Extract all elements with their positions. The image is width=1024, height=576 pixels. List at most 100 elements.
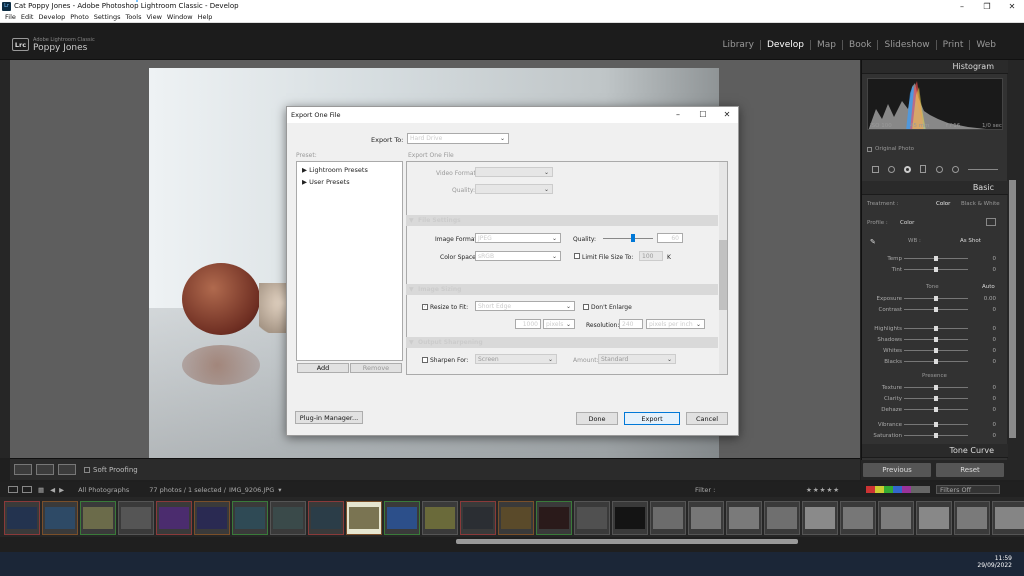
slider-track[interactable]	[904, 267, 968, 272]
module-web[interactable]: Web	[970, 40, 1002, 50]
slider-thumb[interactable]	[934, 337, 938, 342]
file-settings-header[interactable]: ▼ File Settings	[406, 215, 718, 226]
minimize-icon[interactable]: –	[950, 0, 974, 12]
output-sharpening-header[interactable]: ▼ Output Sharpening	[406, 337, 718, 348]
histogram-header[interactable]: Histogram	[862, 60, 1008, 74]
slider-shadows[interactable]: Shadows 0	[877, 336, 996, 343]
filmstrip-thumb[interactable]	[232, 501, 268, 535]
restore-icon[interactable]: ❐	[975, 0, 999, 12]
slider-thumb[interactable]	[934, 433, 938, 438]
slider-value[interactable]: 0	[972, 256, 997, 262]
spot-removal-icon[interactable]	[887, 165, 895, 173]
slider-value[interactable]: 0	[972, 385, 997, 391]
slider-track[interactable]	[904, 296, 968, 301]
slider-value[interactable]: 0	[972, 307, 997, 313]
tone-curve-header[interactable]: Tone Curve	[862, 444, 1008, 458]
graduated-filter-icon[interactable]	[920, 165, 927, 173]
menu-item-photo[interactable]: Photo	[70, 13, 89, 21]
slider-track[interactable]	[904, 256, 968, 261]
sharpen-for-checkbox[interactable]	[422, 357, 428, 363]
slider-thumb[interactable]	[934, 359, 938, 364]
module-develop[interactable]: Develop	[761, 40, 812, 50]
limit-file-size-checkbox[interactable]	[574, 253, 580, 259]
grid-icon[interactable]: ▦	[38, 486, 44, 494]
left-panel-collapsed[interactable]	[0, 60, 10, 458]
filmstrip-thumb[interactable]	[574, 501, 610, 535]
slider-thumb[interactable]	[934, 267, 938, 272]
module-print[interactable]: Print	[937, 40, 971, 50]
filmstrip-thumb[interactable]	[726, 501, 762, 535]
system-clock[interactable]: 11:59 29/09/2022	[977, 555, 1012, 569]
slider-dehaze[interactable]: Dehaze 0	[881, 406, 996, 413]
preset-user[interactable]: ▶ User Presets	[302, 178, 350, 186]
settings-scrollbar[interactable]	[719, 240, 727, 310]
slider-saturation[interactable]: Saturation 0	[873, 432, 997, 439]
loupe-view-button[interactable]	[14, 464, 32, 475]
filmstrip-thumb[interactable]	[4, 501, 40, 535]
red-eye-icon[interactable]	[904, 165, 912, 173]
filmstrip-thumb[interactable]	[992, 501, 1024, 535]
dialog-minimize-icon[interactable]: –	[665, 107, 691, 123]
preset-lightroom[interactable]: ▶ Lightroom Presets	[302, 166, 368, 174]
filmstrip-thumb[interactable]	[308, 501, 344, 535]
filmstrip-thumb[interactable]	[80, 501, 116, 535]
slider-contrast[interactable]: Contrast 0	[878, 306, 997, 313]
filmstrip-thumb[interactable]	[764, 501, 800, 535]
limit-file-size-input[interactable]: 100	[639, 251, 663, 261]
slider-track[interactable]	[904, 359, 968, 364]
slider-value[interactable]: 0	[972, 422, 997, 428]
tool-size-slider[interactable]	[968, 168, 999, 170]
dont-enlarge-checkbox[interactable]	[583, 304, 589, 310]
resolution-input[interactable]: 240	[619, 319, 643, 329]
module-slideshow[interactable]: Slideshow	[878, 40, 937, 50]
filmstrip-thumb[interactable]	[878, 501, 914, 535]
slider-value[interactable]: 0	[972, 326, 997, 332]
filmstrip-thumb[interactable]	[118, 501, 154, 535]
amount-select[interactable]: Standard ⌄	[598, 354, 676, 364]
slider-clarity[interactable]: Clarity 0	[884, 395, 996, 402]
slider-value[interactable]: 0	[972, 433, 997, 439]
module-map[interactable]: Map	[811, 40, 844, 50]
done-button[interactable]: Done	[576, 412, 618, 425]
slider-exposure[interactable]: Exposure 0.00	[877, 295, 996, 302]
slider-track[interactable]	[904, 326, 968, 331]
slider-thumb[interactable]	[934, 407, 938, 412]
filmstrip-thumb[interactable]	[840, 501, 876, 535]
module-library[interactable]: Library	[716, 40, 761, 50]
slider-track[interactable]	[904, 307, 968, 312]
filmstrip-thumb[interactable]	[916, 501, 952, 535]
filmstrip-thumb[interactable]	[536, 501, 572, 535]
brush-icon[interactable]	[952, 165, 960, 173]
filters-off-dropdown[interactable]: Filters Off	[936, 485, 1000, 494]
basic-header[interactable]: Basic	[862, 181, 1008, 195]
close-icon[interactable]: ✕	[1000, 0, 1024, 12]
filmstrip-thumb[interactable]	[346, 501, 382, 535]
export-to-select[interactable]: Hard Drive ⌄	[407, 133, 509, 144]
slider-thumb[interactable]	[934, 256, 938, 261]
right-panel-scrollbar[interactable]	[1009, 180, 1016, 438]
slider-tint[interactable]: Tint 0	[892, 266, 997, 273]
slider-track[interactable]	[904, 407, 968, 412]
lightroom-taskbar-icon[interactable]	[136, 0, 138, 2]
color-space-select[interactable]: sRGB ⌄	[475, 251, 561, 261]
reset-button[interactable]: Reset	[936, 463, 1004, 477]
slider-track[interactable]	[904, 433, 968, 438]
resize-to-fit-checkbox[interactable]: ✓	[422, 304, 428, 310]
slider-value[interactable]: 0	[972, 267, 997, 273]
tone-auto-button[interactable]: Auto	[982, 284, 995, 290]
soft-proofing-checkbox[interactable]	[84, 466, 90, 473]
filmstrip-scrollbar[interactable]	[456, 539, 798, 544]
filmstrip-source[interactable]: All Photographs	[78, 486, 129, 494]
slider-track[interactable]	[904, 385, 968, 390]
quality-input[interactable]: 60	[657, 233, 683, 243]
slider-thumb[interactable]	[934, 422, 938, 427]
forward-arrow-icon[interactable]: ▶	[59, 486, 64, 494]
radial-filter-icon[interactable]	[935, 165, 943, 173]
grid-view-icon[interactable]	[8, 486, 18, 493]
menu-item-tools[interactable]: Tools	[125, 13, 141, 21]
back-arrow-icon[interactable]: ◀	[50, 486, 55, 494]
sharpen-for-select[interactable]: Screen ⌄	[475, 354, 557, 364]
image-format-select[interactable]: JPEG ⌄	[475, 233, 561, 243]
dialog-maximize-icon[interactable]: ☐	[690, 107, 716, 123]
wb-value[interactable]: As Shot	[960, 238, 981, 244]
